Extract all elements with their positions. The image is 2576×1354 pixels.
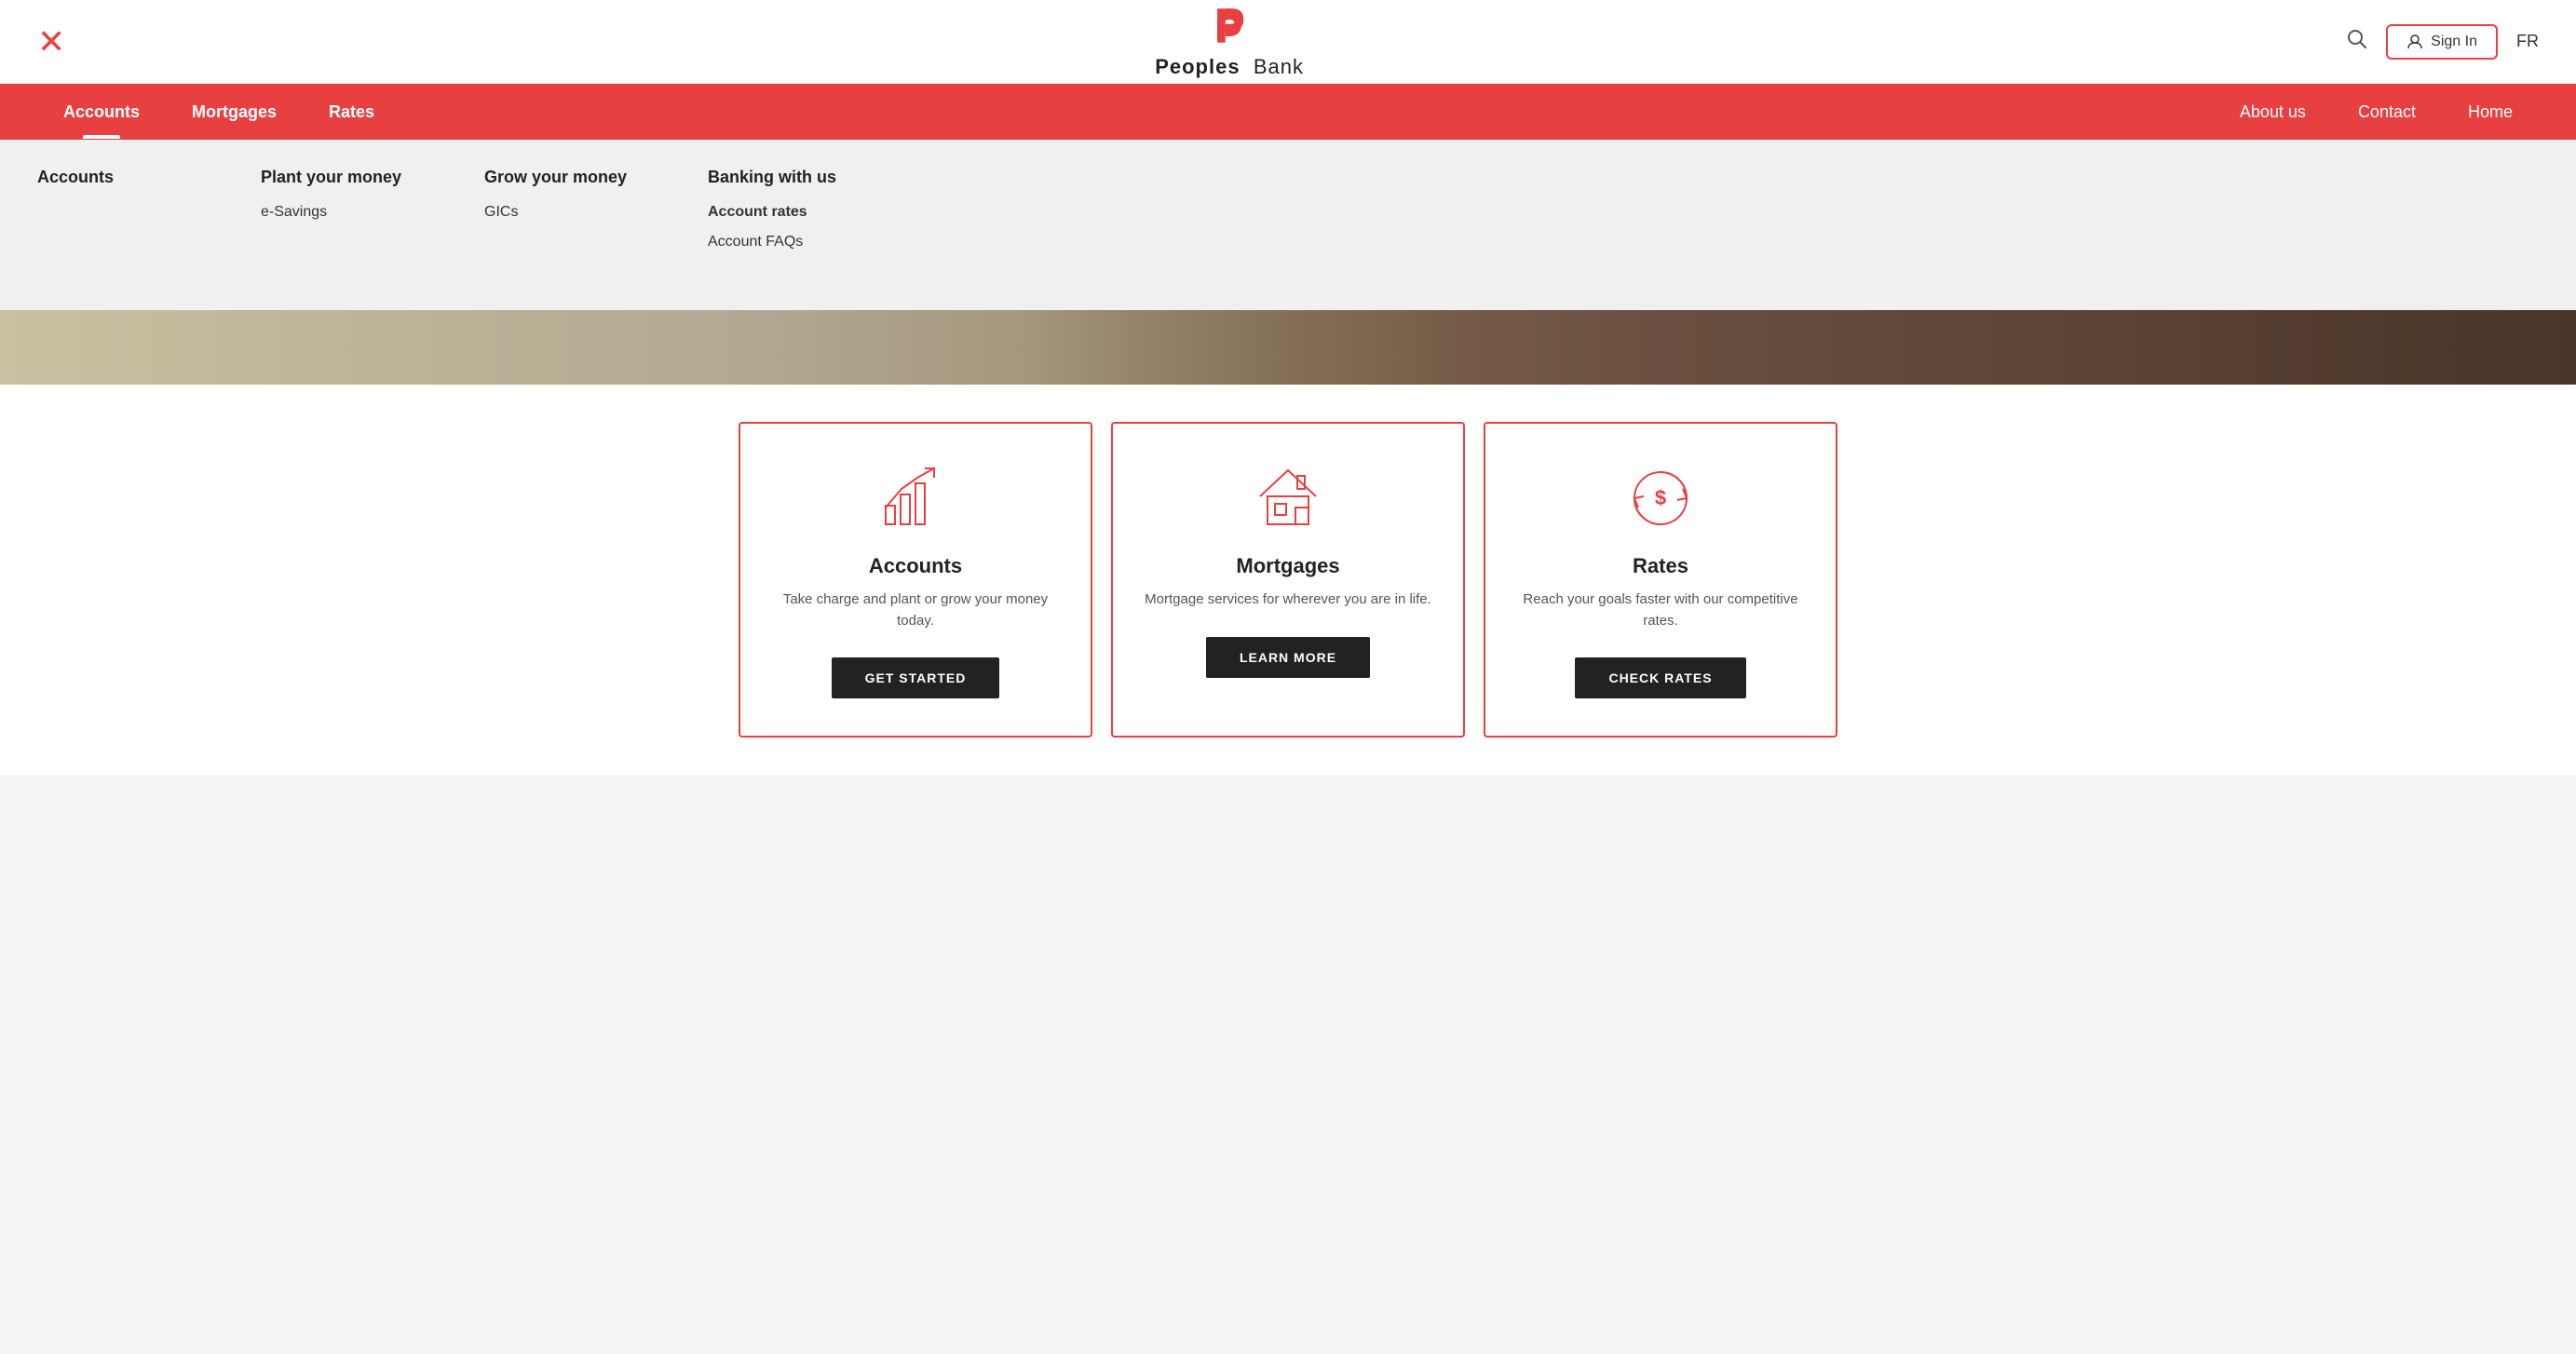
logo-bold: Peoples xyxy=(1155,55,1240,78)
rates-card-icon: $ xyxy=(1623,461,1698,535)
user-icon xyxy=(2407,34,2423,50)
rates-card-title: Rates xyxy=(1633,554,1688,578)
logo-light: Bank xyxy=(1254,55,1304,78)
dropdown-col-plant: Plant your money e-Savings xyxy=(261,168,410,264)
mortgages-card-title: Mortgages xyxy=(1236,554,1339,578)
accounts-card-icon xyxy=(878,461,953,535)
navbar-right: About us Contact Home xyxy=(2214,86,2539,139)
signin-label: Sign In xyxy=(2431,34,2477,50)
dropdown-title-banking: Banking with us xyxy=(708,168,857,187)
dropdown-col-accounts: Accounts xyxy=(37,168,186,264)
cards-section: Accounts Take charge and plant or grow y… xyxy=(0,385,2576,775)
dropdown-title-grow: Grow your money xyxy=(484,168,633,187)
hero-overlay xyxy=(1030,310,2576,385)
close-icon[interactable]: ✕ xyxy=(37,22,65,61)
learn-more-button[interactable]: LEARN MORE xyxy=(1206,637,1370,678)
search-icon[interactable] xyxy=(2347,29,2367,55)
dropdown-menu: Accounts Plant your money e-Savings Grow… xyxy=(0,140,2576,310)
svg-text:$: $ xyxy=(1655,486,1666,509)
header-right: Sign In FR xyxy=(2347,24,2539,60)
nav-rates[interactable]: Rates xyxy=(303,86,400,139)
card-accounts: Accounts Take charge and plant or grow y… xyxy=(739,422,1092,738)
card-mortgages: Mortgages Mortgage services for wherever… xyxy=(1111,422,1465,738)
signin-button[interactable]: Sign In xyxy=(2386,24,2498,60)
header-left: ✕ xyxy=(37,22,112,61)
dropdown-item-account-faqs[interactable]: Account FAQs xyxy=(708,234,857,250)
accounts-card-title: Accounts xyxy=(869,554,962,578)
logo: 𝐏 Peoples Bank xyxy=(1155,5,1304,79)
navbar: Accounts Mortgages Rates About us Contac… xyxy=(0,84,2576,140)
header: ✕ 𝐏 Peoples Bank Sign In FR xyxy=(0,0,2576,84)
nav-accounts[interactable]: Accounts xyxy=(37,86,166,139)
mortgages-card-desc: Mortgage services for wherever you are i… xyxy=(1145,589,1431,611)
dropdown-col-banking: Banking with us Account rates Account FA… xyxy=(708,168,857,264)
mortgages-card-icon xyxy=(1251,461,1325,535)
dropdown-title-accounts: Accounts xyxy=(37,168,186,187)
dropdown-item-esavings[interactable]: e-Savings xyxy=(261,204,410,221)
dropdown-item-gics[interactable]: GICs xyxy=(484,204,633,221)
hero-image xyxy=(0,310,2576,385)
nav-home[interactable]: Home xyxy=(2442,86,2539,139)
nav-contact[interactable]: Contact xyxy=(2332,86,2442,139)
nav-mortgages[interactable]: Mortgages xyxy=(166,86,303,139)
get-started-button[interactable]: GET STARTED xyxy=(832,657,1000,698)
card-rates: $ Rates Reach your goals faster with our… xyxy=(1484,422,1837,738)
nav-about[interactable]: About us xyxy=(2214,86,2332,139)
dropdown-item-account-rates[interactable]: Account rates xyxy=(708,204,857,221)
logo-icon: 𝐏 xyxy=(1205,5,1254,53)
language-toggle[interactable]: FR xyxy=(2516,32,2539,51)
dropdown-title-plant: Plant your money xyxy=(261,168,410,187)
logo-text: Peoples Bank xyxy=(1155,55,1304,79)
rates-card-desc: Reach your goals faster with our competi… xyxy=(1513,589,1808,631)
dropdown-col-grow: Grow your money GICs xyxy=(484,168,633,264)
navbar-left: Accounts Mortgages Rates xyxy=(37,86,400,139)
check-rates-button[interactable]: CHECK RATES xyxy=(1575,657,1745,698)
svg-text:𝐏: 𝐏 xyxy=(1214,5,1245,52)
accounts-card-desc: Take charge and plant or grow your money… xyxy=(768,589,1063,631)
